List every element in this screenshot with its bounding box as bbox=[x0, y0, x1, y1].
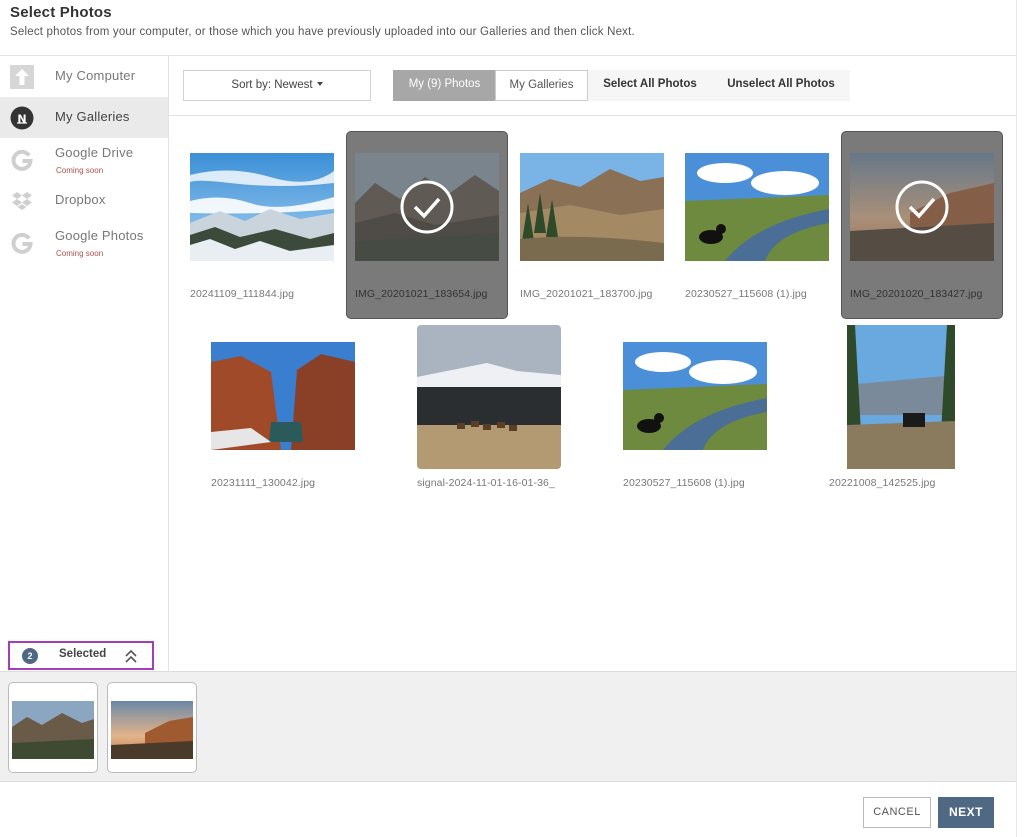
sidebar-item-label: Dropbox bbox=[55, 192, 106, 207]
sidebar-item-label: My Galleries bbox=[55, 109, 130, 124]
selected-photos-tray bbox=[0, 671, 1016, 782]
dialog-footer: CANCEL NEXT bbox=[0, 782, 1016, 837]
nl-logo-icon: N bbox=[10, 106, 34, 130]
photo-card[interactable]: 20230527_115608 (1).jpg bbox=[685, 153, 829, 303]
sidebar-item-label: Google Drive bbox=[55, 145, 134, 160]
sidebar-item-google-photos[interactable]: Google Photos Coming soon bbox=[0, 222, 168, 263]
photo-toolbar: Sort by: Newest My (9) Photos My Galleri… bbox=[169, 56, 1016, 116]
photo-card-selected[interactable]: IMG_20201020_183427.jpg bbox=[841, 131, 1003, 319]
selected-count-badge: 2 bbox=[22, 648, 38, 664]
photo-thumbnail bbox=[211, 342, 355, 450]
photo-filename: IMG_20201021_183654.jpg bbox=[355, 288, 488, 300]
sidebar-item-google-drive[interactable]: Google Drive Coming soon bbox=[0, 139, 168, 180]
sort-dropdown[interactable]: Sort by: Newest bbox=[183, 70, 371, 101]
photo-card[interactable]: signal-2024-11-01-16-01-36_ bbox=[417, 325, 561, 492]
selected-label: Selected bbox=[59, 648, 107, 660]
google-g-icon bbox=[10, 231, 34, 255]
coming-soon-note: Coming soon bbox=[56, 166, 104, 175]
photo-filename: 20230527_115608 (1).jpg bbox=[623, 477, 745, 489]
photo-filename: IMG_20201021_183700.jpg bbox=[520, 288, 653, 300]
photo-thumbnail bbox=[417, 325, 561, 469]
vertical-scrollbar[interactable] bbox=[1016, 0, 1024, 837]
photo-card[interactable]: 20241109_111844.jpg bbox=[190, 153, 334, 303]
photo-grid: 20241109_111844.jpg IMG_20201021_183654.… bbox=[169, 117, 1016, 671]
photo-card[interactable]: 20230527_115608 (1).jpg bbox=[623, 342, 767, 492]
sidebar-item-dropbox[interactable]: Dropbox bbox=[0, 180, 168, 221]
photo-thumbnail bbox=[190, 153, 334, 261]
select-all-button[interactable]: Select All Photos bbox=[588, 70, 712, 101]
caret-down-icon bbox=[316, 81, 323, 86]
photo-filename: 20241109_111844.jpg bbox=[190, 288, 295, 300]
tab-my-galleries[interactable]: My Galleries bbox=[495, 70, 588, 101]
dialog-header: Select Photos Select photos from your co… bbox=[0, 0, 1016, 56]
photo-card[interactable]: IMG_20201021_183700.jpg bbox=[520, 153, 664, 303]
sidebar-item-my-galleries[interactable]: N My Galleries bbox=[0, 97, 168, 138]
photo-thumbnail bbox=[520, 153, 664, 261]
photo-filename: signal-2024-11-01-16-01-36_ bbox=[417, 477, 555, 489]
photo-card[interactable]: 20231111_130042.jpg bbox=[211, 342, 355, 492]
photo-thumbnail bbox=[12, 701, 94, 759]
selected-thumbnail[interactable] bbox=[8, 682, 98, 773]
photo-filename: IMG_20201020_183427.jpg bbox=[850, 288, 983, 300]
next-button[interactable]: NEXT bbox=[938, 797, 994, 828]
upload-arrow-icon bbox=[10, 65, 34, 89]
sidebar-item-label: Google Photos bbox=[55, 228, 144, 243]
sidebar-item-label: My Computer bbox=[55, 68, 136, 83]
photo-card-selected[interactable]: IMG_20201021_183654.jpg bbox=[346, 131, 508, 319]
double-chevron-up-icon bbox=[124, 647, 138, 665]
photo-filename: 20221008_142525.jpg bbox=[829, 477, 936, 489]
source-sidebar: My Computer N My Galleries Google Drive … bbox=[0, 56, 169, 671]
photo-card[interactable]: 20221008_142525.jpg bbox=[829, 325, 973, 492]
photo-thumbnail bbox=[623, 342, 767, 450]
checkmark-circle-icon bbox=[399, 179, 455, 235]
coming-soon-note: Coming soon bbox=[56, 249, 104, 258]
page-subtitle: Select photos from your computer, or tho… bbox=[10, 26, 635, 38]
photo-thumbnail bbox=[111, 701, 193, 759]
checkmark-circle-icon bbox=[894, 179, 950, 235]
sidebar-item-my-computer[interactable]: My Computer bbox=[0, 56, 168, 97]
dropbox-icon bbox=[10, 189, 34, 213]
unselect-all-button[interactable]: Unselect All Photos bbox=[712, 70, 850, 101]
tab-my-photos[interactable]: My (9) Photos bbox=[393, 70, 496, 101]
selected-count-toggle[interactable]: 2 Selected bbox=[8, 641, 154, 670]
photo-filename: 20231111_130042.jpg bbox=[211, 477, 316, 489]
cancel-button[interactable]: CANCEL bbox=[863, 797, 931, 828]
google-g-icon bbox=[10, 148, 34, 172]
photo-filename: 20230527_115608 (1).jpg bbox=[685, 288, 807, 300]
page-title: Select Photos bbox=[10, 4, 112, 21]
photo-thumbnail bbox=[685, 153, 829, 261]
selected-thumbnail[interactable] bbox=[107, 682, 197, 773]
sort-label: Sort by: Newest bbox=[231, 79, 313, 91]
photo-thumbnail bbox=[847, 325, 955, 469]
